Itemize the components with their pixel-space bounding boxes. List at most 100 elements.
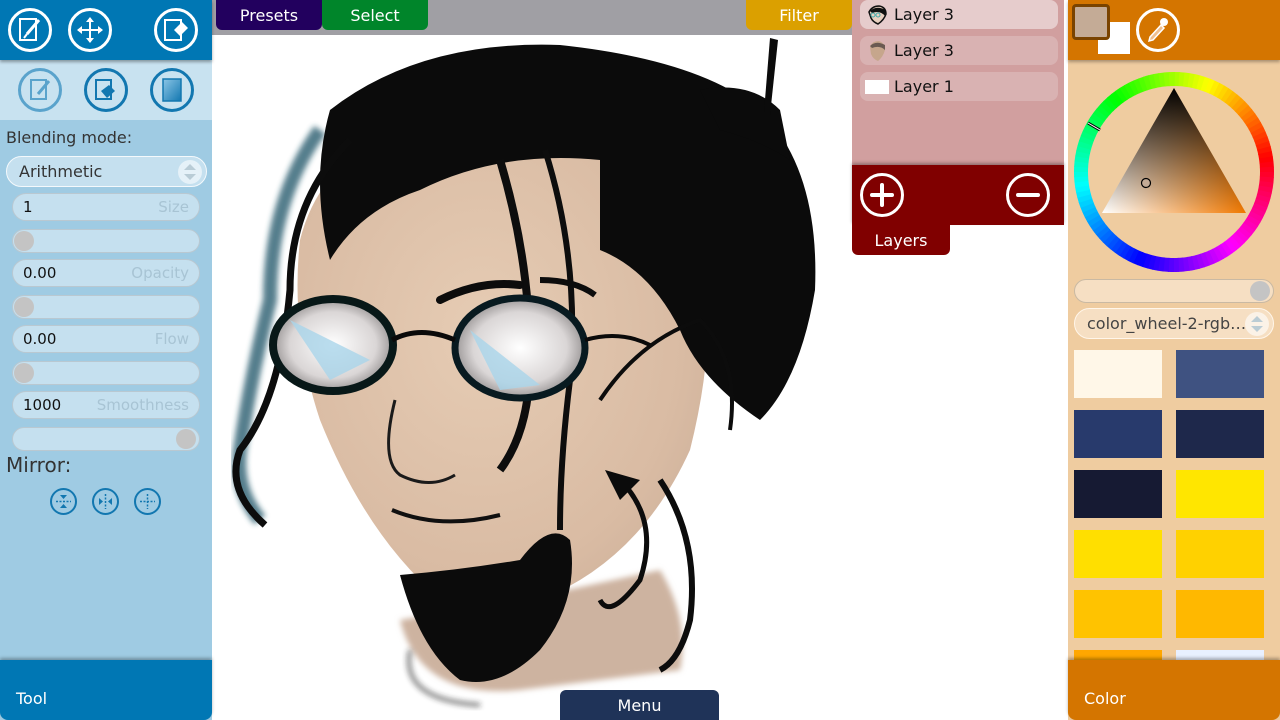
layer-thumbnail — [864, 4, 890, 26]
select-tab[interactable]: Select — [322, 0, 428, 30]
layer-name: Layer 1 — [894, 77, 954, 96]
palette-swatch[interactable] — [1176, 350, 1264, 398]
layer-item[interactable]: Layer 3 — [860, 0, 1058, 29]
layer-item[interactable]: Layer 3 — [860, 36, 1058, 65]
color-panel: color_wheel-2-rgb… Color — [1068, 0, 1280, 720]
layer-thumbnail — [864, 40, 890, 62]
opacity-slider-knob[interactable] — [14, 297, 34, 317]
tool-mode-bar — [0, 60, 212, 120]
move-tool-icon — [77, 17, 103, 43]
size-label: Size — [158, 198, 189, 216]
menu-button[interactable]: Menu — [560, 690, 719, 720]
palette-swatch[interactable] — [1074, 350, 1162, 398]
primary-color-swatch[interactable] — [1072, 4, 1110, 40]
color-wheel[interactable] — [1068, 66, 1280, 278]
flow-value: 0.00 — [23, 330, 57, 348]
palette-swatch[interactable] — [1074, 530, 1162, 578]
layer-name: Layer 3 — [894, 41, 954, 60]
flow-field[interactable]: 0.00 Flow — [12, 325, 200, 353]
flow-slider[interactable] — [12, 361, 200, 385]
paint-mode-button[interactable] — [18, 68, 62, 112]
smoothness-slider[interactable] — [12, 427, 200, 451]
size-slider[interactable] — [12, 229, 200, 253]
mirror-label: Mirror: — [6, 453, 72, 477]
alpha-slider[interactable] — [1074, 279, 1274, 303]
saturation-value-triangle[interactable] — [1102, 88, 1246, 213]
add-layer-button[interactable] — [860, 173, 904, 217]
remove-layer-icon — [1016, 193, 1040, 197]
palette-swatch[interactable] — [1074, 590, 1162, 638]
eraser-tool-icon — [164, 19, 188, 41]
palette-swatch[interactable] — [1176, 650, 1264, 660]
gradient-icon — [162, 78, 182, 102]
move-tool-button[interactable] — [68, 8, 112, 52]
smoothness-value: 1000 — [23, 396, 62, 414]
palette-swatch[interactable] — [1176, 470, 1264, 518]
layer-thumbnail — [864, 76, 890, 98]
size-value: 1 — [23, 198, 33, 216]
opacity-label: Opacity — [131, 264, 189, 282]
spinner-icon — [178, 160, 202, 184]
tool-panel-footer[interactable]: Tool — [0, 660, 212, 720]
mirror-both-button[interactable] — [134, 488, 161, 515]
alpha-slider-knob[interactable] — [1250, 281, 1270, 301]
eraser-tool-button[interactable] — [154, 8, 198, 52]
smoothness-field[interactable]: 1000 Smoothness — [12, 391, 200, 419]
palette-swatch[interactable] — [1176, 590, 1264, 638]
paint-mode-icon — [30, 79, 51, 100]
color-panel-footer[interactable]: Color — [1068, 660, 1280, 720]
palette-swatch[interactable] — [1176, 410, 1264, 458]
mirror-horizontal-button[interactable] — [92, 488, 119, 515]
tool-panel-title: Tool — [16, 689, 48, 708]
flow-slider-knob[interactable] — [14, 363, 34, 383]
spinner-icon — [1245, 312, 1269, 336]
opacity-slider[interactable] — [12, 295, 200, 319]
brush-tool-button[interactable] — [8, 8, 52, 52]
eyedropper-icon — [1147, 18, 1168, 43]
smoothness-slider-knob[interactable] — [176, 429, 196, 449]
hue-ring-segment[interactable] — [1168, 72, 1175, 87]
fill-mode-button[interactable] — [84, 68, 128, 112]
opacity-field[interactable]: 0.00 Opacity — [12, 259, 200, 287]
eyedropper-button[interactable] — [1136, 8, 1180, 52]
hue-ring-segment[interactable] — [1259, 166, 1274, 173]
hue-ring-segment[interactable] — [1173, 257, 1180, 272]
layers-panel: Layer 3 Layer 3 Layer 1 — [852, 0, 1064, 165]
paint-app: Presets Select Filter Blending mode: Ari… — [0, 0, 1280, 720]
mirror-vertical-icon — [56, 495, 71, 508]
layer-item[interactable]: Layer 1 — [860, 72, 1058, 101]
blending-mode-select[interactable]: Arithmetic — [6, 156, 207, 187]
palette-swatch[interactable] — [1176, 530, 1264, 578]
line-art-thumb-icon — [868, 4, 887, 25]
palette-swatch[interactable] — [1074, 410, 1162, 458]
color-picker-marker[interactable] — [1140, 177, 1152, 189]
blending-mode-value: Arithmetic — [19, 162, 103, 181]
tool-header — [0, 0, 212, 60]
mirror-horizontal-icon — [99, 494, 112, 509]
presets-tab[interactable]: Presets — [216, 0, 322, 30]
palette-select[interactable]: color_wheel-2-rgb… — [1074, 308, 1274, 339]
hue-ring-segment[interactable] — [1074, 171, 1089, 178]
white-thumb-icon — [865, 79, 889, 94]
color-palette — [1074, 350, 1280, 660]
blending-mode-label: Blending mode: — [6, 128, 133, 147]
fill-bucket-icon — [95, 79, 115, 100]
palette-swatch[interactable] — [1074, 470, 1162, 518]
mirror-vertical-button[interactable] — [50, 488, 77, 515]
tool-panel: Blending mode: Arithmetic 1 Size 0.00 Op… — [0, 0, 212, 720]
size-field[interactable]: 1 Size — [12, 193, 200, 221]
size-slider-knob[interactable] — [14, 231, 34, 251]
color-thumb-icon — [870, 40, 885, 61]
remove-layer-button[interactable] — [1006, 173, 1050, 217]
color-panel-title: Color — [1084, 689, 1126, 708]
flow-label: Flow — [154, 330, 189, 348]
gradient-mode-button[interactable] — [150, 68, 194, 112]
color-header — [1068, 0, 1280, 60]
brush-tool-icon — [19, 18, 41, 41]
add-layer-icon — [870, 183, 894, 207]
filter-tab[interactable]: Filter — [746, 0, 852, 30]
mirror-both-icon — [140, 494, 155, 509]
layers-tab[interactable]: Layers — [852, 225, 950, 255]
palette-swatch[interactable] — [1074, 650, 1162, 660]
layer-name: Layer 3 — [894, 5, 954, 24]
